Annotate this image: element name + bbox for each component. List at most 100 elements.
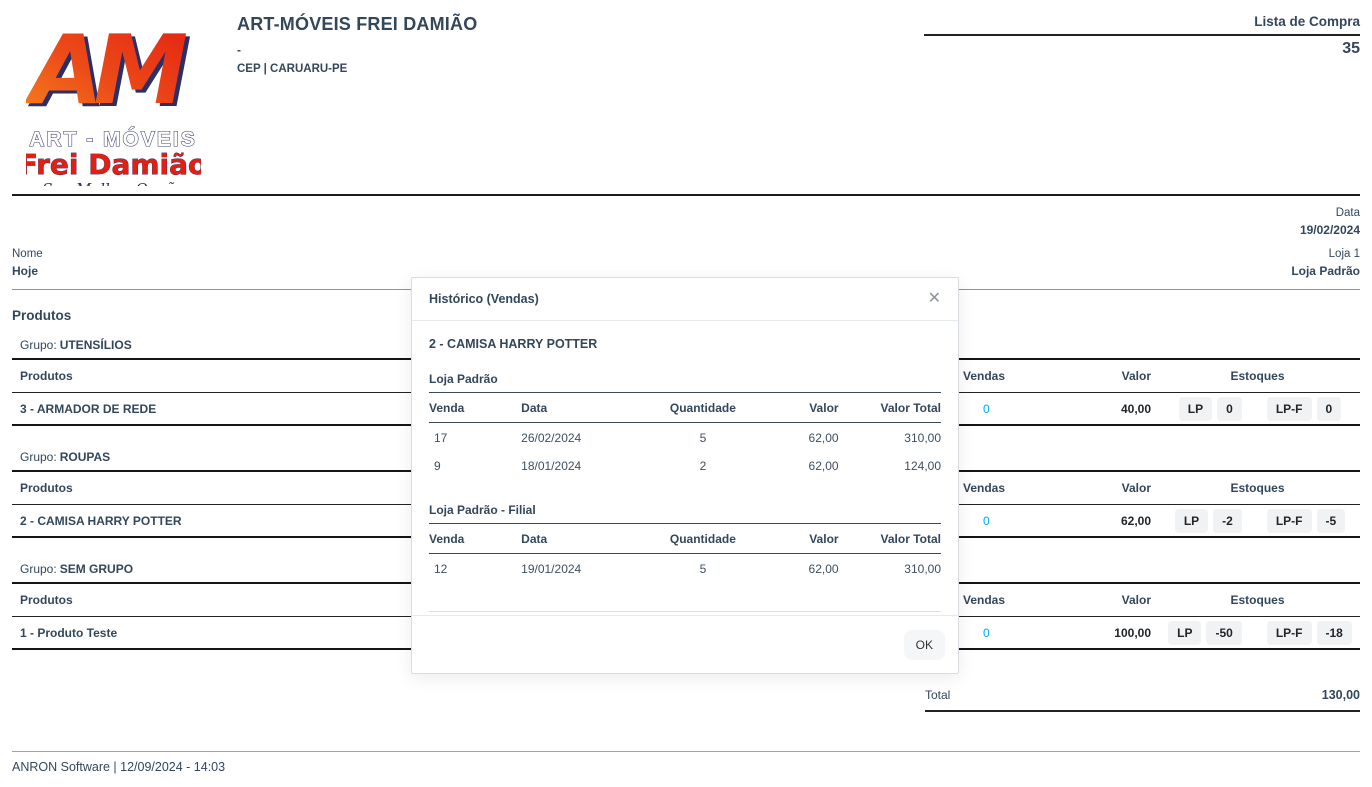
total-value: 130,00 <box>1322 688 1360 702</box>
lpf-badge-value: -18 <box>1317 621 1352 645</box>
data-cell: 18/01/2024 <box>521 451 644 479</box>
sales-header-row: Venda Data Quantidade Valor Valor Total <box>429 524 941 554</box>
estoques-cell: LP -2 LP-F -5 <box>1155 509 1360 533</box>
group-name: ROUPAS <box>60 450 110 464</box>
sales-row: 17 26/02/2024 5 62,00 310,00 <box>429 423 941 452</box>
company-cep-line: CEP | CARUARU-PE <box>237 63 477 75</box>
quantidade-cell: 2 <box>644 451 762 479</box>
vendas-count-link[interactable]: 0 <box>983 626 990 640</box>
logo-monogram: AM <box>26 24 187 126</box>
sales-table: Venda Data Quantidade Valor Valor Total … <box>429 524 941 582</box>
store-label: Loja 1 <box>1291 248 1360 260</box>
group-name: UTENSÍLIOS <box>60 338 132 352</box>
lpf-badge-label: LP-F <box>1267 397 1312 421</box>
sales-header-row: Venda Data Quantidade Valor Valor Total <box>429 393 941 423</box>
lpf-badge-label: LP-F <box>1267 621 1312 645</box>
column-header-valor: Valor <box>1060 481 1155 495</box>
report-header: Lista de Compra 35 <box>924 14 1360 58</box>
sales-table: Venda Data Quantidade Valor Valor Total … <box>429 393 941 479</box>
meta-store-block: Loja 1 Loja Padrão <box>1291 248 1360 278</box>
products-section-heading: Produtos <box>12 308 71 323</box>
column-header-estoques: Estoques <box>1155 593 1360 607</box>
modal-product-name: 2 - CAMISA HARRY POTTER <box>429 337 941 351</box>
footer-text: ANRON Software | 12/09/2024 - 14:03 <box>12 760 225 774</box>
valor-total-cell: 124,00 <box>839 451 941 479</box>
column-header-vendas: Vendas <box>955 593 1060 607</box>
ok-button[interactable]: OK <box>904 630 945 660</box>
total-label: Total <box>925 688 950 702</box>
modal-header: Histórico (Vendas) ✕ <box>412 278 958 321</box>
valor-header: Valor <box>762 393 839 423</box>
company-header: ART-MÓVEIS FREI DAMIÃO - CEP | CARUARU-P… <box>237 14 477 75</box>
lp-badge-value: -50 <box>1206 621 1241 645</box>
logo-graphic: AM AM ART - MÓVEIS Frei Damião Sua Melho… <box>26 24 201 186</box>
group-label-prefix: Grupo: <box>20 338 57 352</box>
store-section-title: Loja Padrão <box>429 372 941 393</box>
estoques-cell: LP -50 LP-F -18 <box>1155 621 1360 645</box>
group-label-prefix: Grupo: <box>20 450 57 464</box>
column-header-estoques: Estoques <box>1155 369 1360 383</box>
report-title: Lista de Compra <box>924 14 1360 36</box>
column-header-vendas: Vendas <box>955 369 1060 383</box>
lpf-badge-label: LP-F <box>1267 509 1312 533</box>
valor-value: 62,00 <box>1060 514 1155 528</box>
lp-badge-value: -2 <box>1213 509 1242 533</box>
historico-vendas-modal: Histórico (Vendas) ✕ 2 - CAMISA HARRY PO… <box>411 277 959 674</box>
venda-cell: 9 <box>429 451 521 479</box>
data-header: Data <box>521 524 644 554</box>
column-header-vendas: Vendas <box>955 481 1060 495</box>
report-number: 35 <box>924 40 1360 58</box>
modal-title: Histórico (Vendas) <box>429 292 539 306</box>
venda-cell: 12 <box>429 554 521 583</box>
store-section-loja-padrao: Loja Padrão Venda Data Quantidade Valor … <box>429 372 941 479</box>
valor-cell: 62,00 <box>762 423 839 452</box>
group-label-prefix: Grupo: <box>20 562 57 576</box>
venda-header: Venda <box>429 524 521 554</box>
vendas-count-link[interactable]: 0 <box>983 514 990 528</box>
lpf-badge-value: -5 <box>1317 509 1346 533</box>
valor-total-cell: 310,00 <box>839 423 941 452</box>
meta-name-block: Nome Hoje <box>12 248 43 278</box>
data-cell: 26/02/2024 <box>521 423 644 452</box>
name-value: Hoje <box>12 264 43 278</box>
store-value: Loja Padrão <box>1291 264 1360 278</box>
group-name: SEM GRUPO <box>60 562 133 576</box>
footer-divider <box>12 751 1360 752</box>
estoques-cell: LP 0 LP-F 0 <box>1155 397 1360 421</box>
valor-value: 100,00 <box>1060 626 1155 640</box>
logo-tagline: Sua Melhor Opção <box>42 180 184 186</box>
quantidade-cell: 5 <box>644 554 762 583</box>
header-divider <box>12 194 1360 196</box>
venda-cell: 17 <box>429 423 521 452</box>
date-label: Data <box>1300 207 1360 219</box>
meta-date-block: Data 19/02/2024 <box>1300 207 1360 237</box>
logo-line-frei-damiao: Frei Damião <box>26 148 201 181</box>
lp-badge-label: LP <box>1179 397 1212 421</box>
company-logo: AM AM ART - MÓVEIS Frei Damião Sua Melho… <box>26 24 201 186</box>
store-section-title: Loja Padrão - Filial <box>429 503 941 524</box>
column-header-valor: Valor <box>1060 593 1155 607</box>
data-header: Data <box>521 393 644 423</box>
valor-header: Valor <box>762 524 839 554</box>
name-label: Nome <box>12 248 43 260</box>
company-name: ART-MÓVEIS FREI DAMIÃO <box>237 14 477 35</box>
total-row: Total 130,00 <box>925 688 1360 712</box>
lpf-badge-value: 0 <box>1317 397 1342 421</box>
close-icon[interactable]: ✕ <box>928 291 941 307</box>
valor-value: 40,00 <box>1060 402 1155 416</box>
lp-badge-value: 0 <box>1217 397 1242 421</box>
store-section-loja-padrao-filial: Loja Padrão - Filial Venda Data Quantida… <box>429 503 941 582</box>
date-value: 19/02/2024 <box>1300 223 1360 237</box>
modal-body: 2 - CAMISA HARRY POTTER Loja Padrão Vend… <box>412 321 958 612</box>
quantidade-cell: 5 <box>644 423 762 452</box>
quantidade-header: Quantidade <box>644 524 762 554</box>
venda-header: Venda <box>429 393 521 423</box>
lp-badge-label: LP <box>1175 509 1208 533</box>
modal-footer: OK <box>412 615 958 673</box>
vendas-count-link[interactable]: 0 <box>983 402 990 416</box>
valor-cell: 62,00 <box>762 451 839 479</box>
modal-body-divider <box>429 611 941 612</box>
valor-total-cell: 310,00 <box>839 554 941 583</box>
sales-row: 9 18/01/2024 2 62,00 124,00 <box>429 451 941 479</box>
valor-total-header: Valor Total <box>839 393 941 423</box>
